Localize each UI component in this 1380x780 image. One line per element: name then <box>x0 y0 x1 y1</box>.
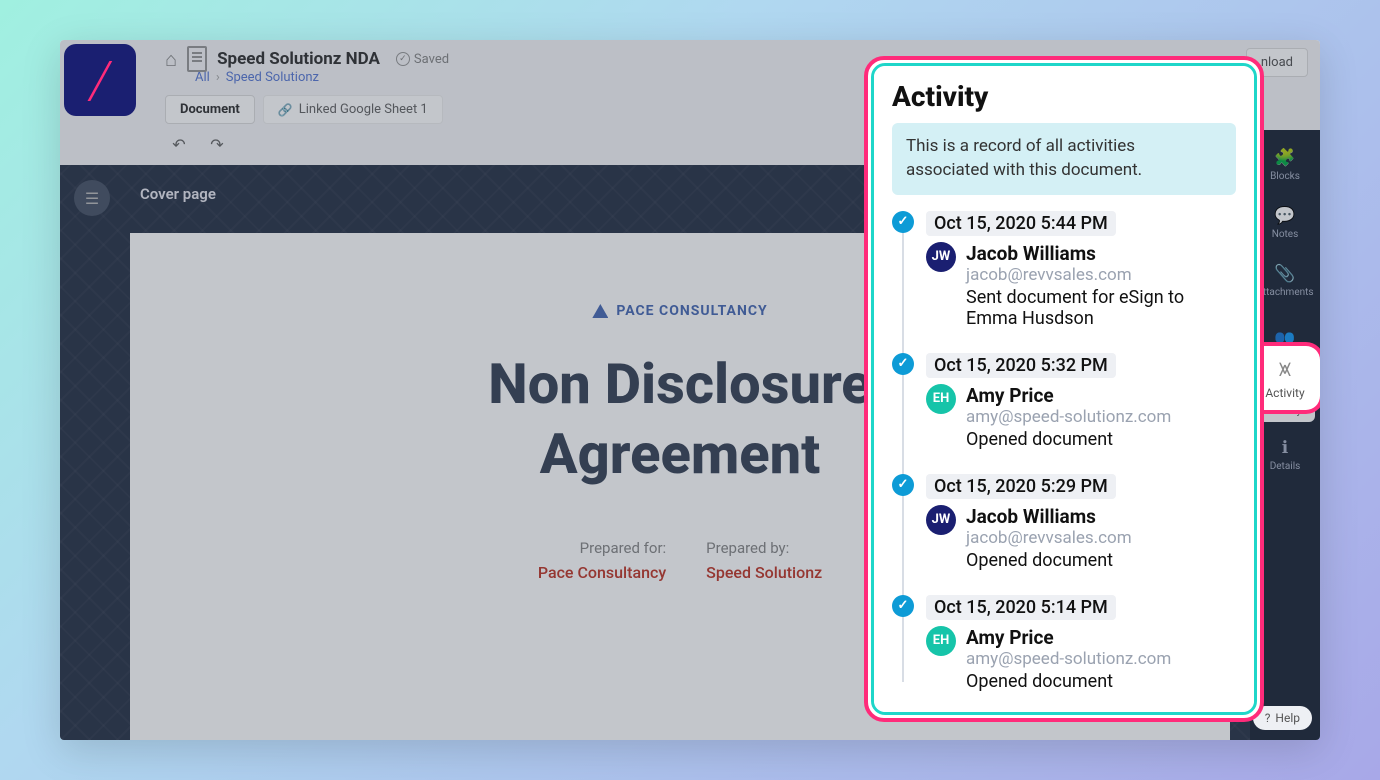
activity-item: ✓Oct 15, 2020 5:32 PMEHAmy Priceamy@spee… <box>926 353 1236 450</box>
activity-description: This is a record of all activities assoc… <box>892 123 1236 195</box>
history-toolbar: ↶ ↷ <box>165 130 231 158</box>
activity-user-name: Jacob Williams <box>966 242 1236 265</box>
rail-attachments[interactable]: 📎Attachments <box>1255 256 1315 306</box>
activity-item: ✓Oct 15, 2020 5:44 PMJWJacob Williamsjac… <box>926 211 1236 329</box>
brand-name: PACE CONSULTANCY <box>616 303 767 319</box>
activity-user-email: amy@speed-solutionz.com <box>966 649 1236 669</box>
rail-blocks[interactable]: 🧩Blocks <box>1255 140 1315 190</box>
tab-linked-sheet[interactable]: 🔗 Linked Google Sheet 1 <box>263 95 443 124</box>
tab-document[interactable]: Document <box>165 95 255 124</box>
paperclip-icon: 📎 <box>1274 264 1295 284</box>
help-icon: ? <box>1265 711 1271 725</box>
rail-details[interactable]: ℹDetails <box>1255 430 1315 480</box>
home-icon[interactable]: ⌂ <box>165 47 177 72</box>
rail-notes[interactable]: 💬Notes <box>1255 198 1315 248</box>
check-badge-icon: ✓ <box>892 353 914 375</box>
saved-label: Saved <box>414 52 449 67</box>
avatar: JW <box>926 242 956 272</box>
breadcrumb-all[interactable]: All <box>195 70 210 85</box>
activity-date: Oct 15, 2020 5:29 PM <box>926 474 1116 499</box>
check-badge-icon: ✓ <box>892 211 914 233</box>
activity-tab-label: Activity <box>1265 386 1304 400</box>
activity-user-name: Jacob Williams <box>966 505 1236 528</box>
prepared-by-label: Prepared by: <box>706 539 822 557</box>
activity-panel: Activity This is a record of all activit… <box>864 56 1264 722</box>
activity-user-name: Amy Price <box>966 384 1236 407</box>
activity-action: Opened document <box>966 550 1236 571</box>
activity-item: ✓Oct 15, 2020 5:29 PMJWJacob Williamsjac… <box>926 474 1236 571</box>
note-icon: 💬 <box>1274 206 1295 226</box>
info-icon: ℹ <box>1282 438 1288 458</box>
avatar: EH <box>926 384 956 414</box>
activity-user-email: jacob@revvsales.com <box>966 528 1236 548</box>
activity-date: Oct 15, 2020 5:44 PM <box>926 211 1116 236</box>
activity-list: ✓Oct 15, 2020 5:44 PMJWJacob Williamsjac… <box>892 211 1236 692</box>
activity-user-email: jacob@revvsales.com <box>966 265 1236 285</box>
prepared-for-value: Pace Consultancy <box>538 563 666 582</box>
document-title: Speed Solutionz NDA <box>217 49 380 69</box>
prepared-by-value: Speed Solutionz <box>706 563 822 582</box>
redo-button[interactable]: ↷ <box>203 130 231 158</box>
chevron-right-icon: › <box>216 70 220 85</box>
check-badge-icon: ✓ <box>892 474 914 496</box>
puzzle-icon: 🧩 <box>1274 148 1295 168</box>
app-logo: / <box>64 44 136 116</box>
activity-date: Oct 15, 2020 5:32 PM <box>926 353 1116 378</box>
prepared-for-label: Prepared for: <box>538 539 666 557</box>
activity-action: Opened document <box>966 429 1236 450</box>
tab-linked-label: Linked Google Sheet 1 <box>299 102 428 117</box>
activity-action: Opened document <box>966 671 1236 692</box>
document-icon <box>187 46 207 72</box>
activity-date: Oct 15, 2020 5:14 PM <box>926 595 1116 620</box>
activity-pulse-icon: ⩙ <box>1279 357 1291 382</box>
breadcrumb-folder[interactable]: Speed Solutionz <box>226 70 319 85</box>
link-icon: 🔗 <box>278 103 293 117</box>
app-window: / ⌂ Speed Solutionz NDA ✓ Saved All › Sp… <box>60 40 1320 740</box>
activity-panel-title: Activity <box>892 80 1236 113</box>
activity-item: ✓Oct 15, 2020 5:14 PMEHAmy Priceamy@spee… <box>926 595 1236 692</box>
saved-indicator: ✓ Saved <box>396 52 449 67</box>
check-badge-icon: ✓ <box>892 595 914 617</box>
activity-user-name: Amy Price <box>966 626 1236 649</box>
avatar: EH <box>926 626 956 656</box>
brand-logo-icon <box>592 304 608 318</box>
activity-user-email: amy@speed-solutionz.com <box>966 407 1236 427</box>
undo-button[interactable]: ↶ <box>165 130 193 158</box>
activity-action: Sent document for eSign to Emma Husdson <box>966 287 1236 329</box>
check-icon: ✓ <box>396 52 410 66</box>
avatar: JW <box>926 505 956 535</box>
outline-toggle-button[interactable]: ☰ <box>74 180 110 216</box>
